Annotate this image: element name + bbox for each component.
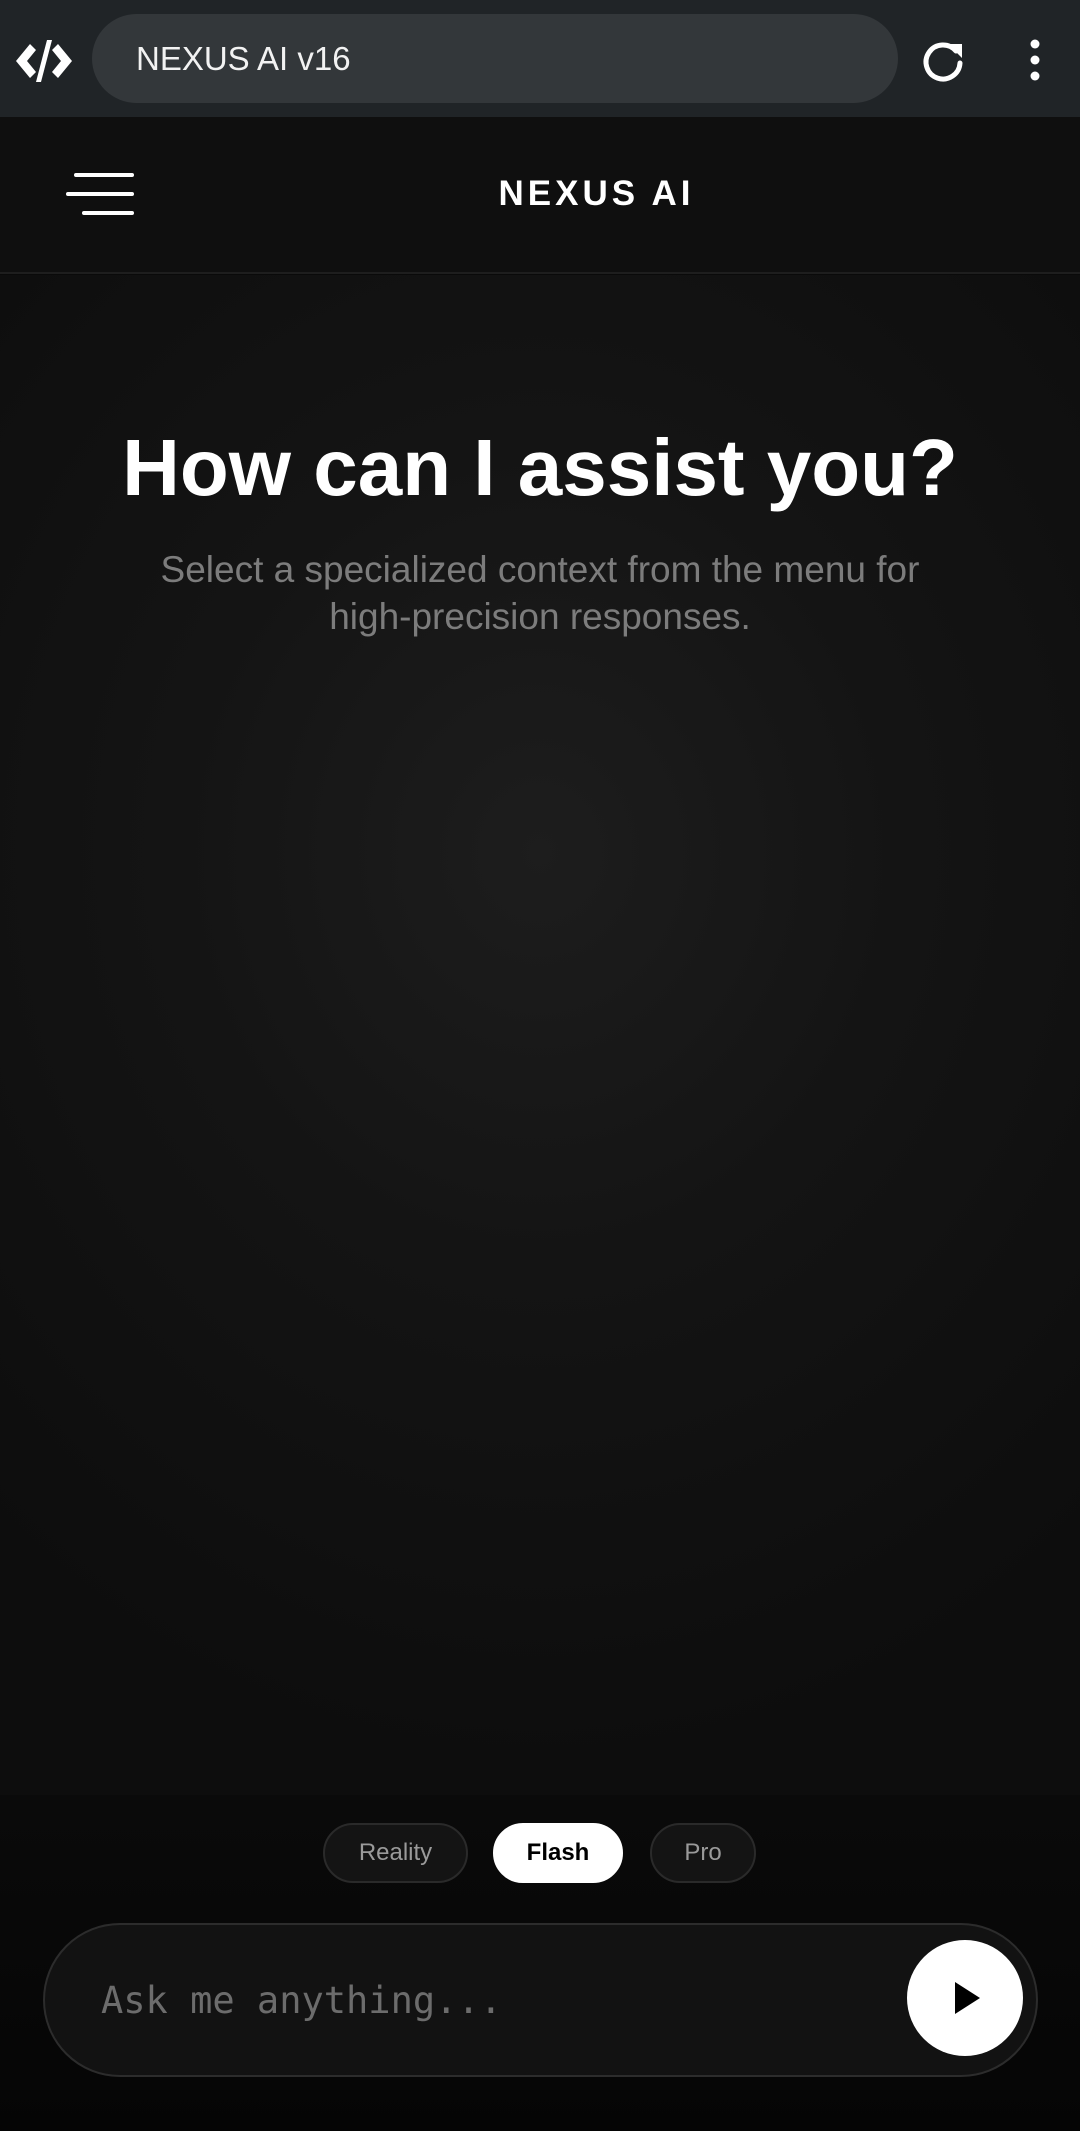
- message-composer: [43, 1923, 1038, 2077]
- tab-title: NEXUS AI v16: [136, 39, 351, 77]
- code-brackets-logo-icon[interactable]: [16, 36, 72, 86]
- hero-subtitle-line: high-precision responses.: [329, 596, 751, 637]
- message-input[interactable]: [101, 1965, 881, 2035]
- send-play-icon: [955, 1982, 980, 2014]
- mode-flash-button[interactable]: Flash: [493, 1823, 623, 1883]
- mode-reality-button[interactable]: Reality: [323, 1823, 468, 1883]
- hero-title: How can I assist you?: [122, 423, 958, 512]
- send-button[interactable]: [907, 1940, 1023, 2056]
- more-vertical-icon[interactable]: [1020, 36, 1050, 86]
- app-title: NEXUS AI: [498, 174, 695, 213]
- mode-pro-button[interactable]: Pro: [650, 1823, 756, 1883]
- mode-selector: Reality Flash Pro: [0, 1823, 1080, 1883]
- hero-subtitle: Select a specialized context from the me…: [110, 546, 970, 640]
- reload-icon[interactable]: [918, 36, 968, 86]
- address-bar[interactable]: NEXUS AI v16: [92, 14, 898, 103]
- hero-subtitle-line: Select a specialized context from the me…: [160, 549, 920, 590]
